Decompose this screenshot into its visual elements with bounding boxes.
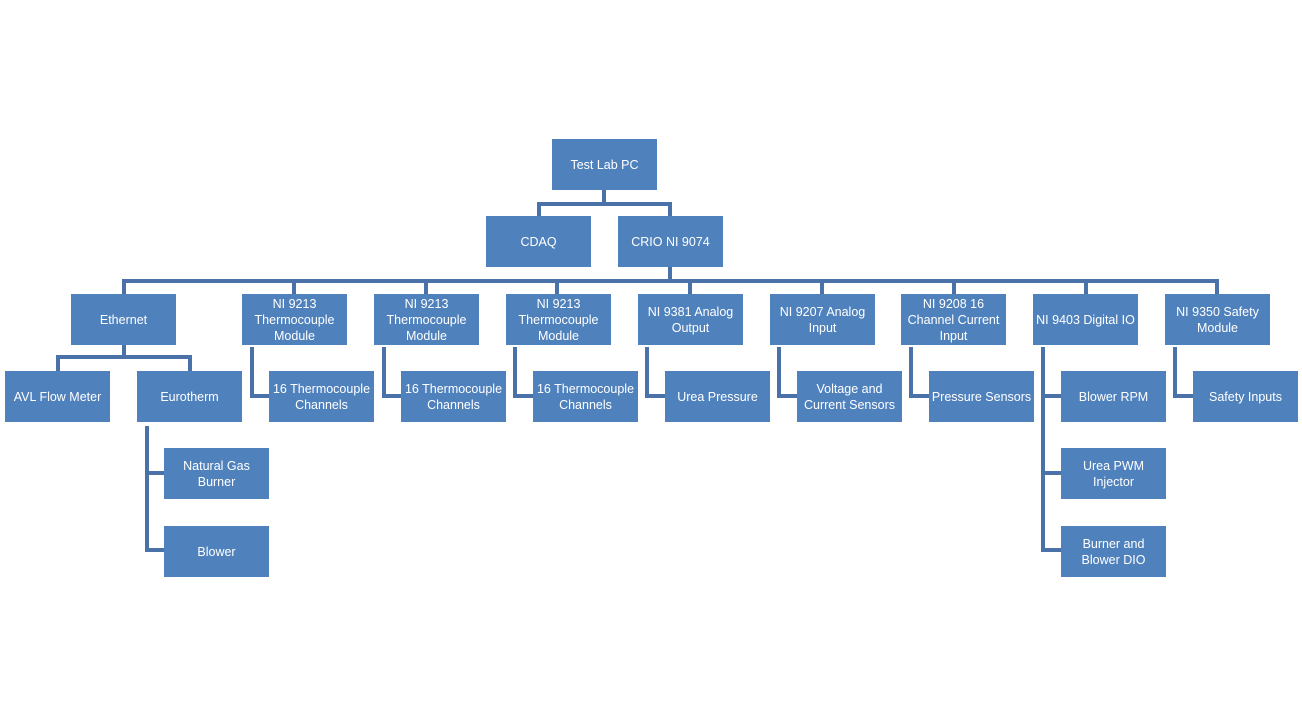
node-ni9403-digital-io[interactable]: NI 9403 Digital IO: [1033, 294, 1138, 345]
node-eurotherm[interactable]: Eurotherm: [137, 371, 242, 422]
node-ni9381-analog-output[interactable]: NI 9381 Analog Output: [638, 294, 743, 345]
connector-eurotherm-children: [145, 426, 164, 552]
node-test-lab-pc[interactable]: Test Lab PC: [552, 139, 657, 190]
connector-ni9403-children: [1041, 347, 1061, 552]
connector-root-to-level1: [537, 202, 672, 216]
node-thermocouple-channels-1[interactable]: 16 Thermocouple Channels: [269, 371, 374, 422]
connector-ni9213-1-child: [250, 347, 269, 398]
node-burner-blower-dio[interactable]: Burner and Blower DIO: [1061, 526, 1166, 577]
connector-ni9213-2-child: [382, 347, 401, 398]
node-ethernet[interactable]: Ethernet: [71, 294, 176, 345]
connector-ni9207-child: [777, 347, 797, 398]
node-voltage-current-sensors[interactable]: Voltage and Current Sensors: [797, 371, 902, 422]
node-safety-inputs[interactable]: Safety Inputs: [1193, 371, 1298, 422]
node-blower-rpm[interactable]: Blower RPM: [1061, 371, 1166, 422]
node-ni9213-thermocouple-module-1[interactable]: NI 9213 Thermocouple Module: [242, 294, 347, 345]
node-ni9207-analog-input[interactable]: NI 9207 Analog Input: [770, 294, 875, 345]
node-crio-ni-9074[interactable]: CRIO NI 9074: [618, 216, 723, 267]
connector-lines: [56, 190, 1219, 552]
node-ni9213-thermocouple-module-2[interactable]: NI 9213 Thermocouple Module: [374, 294, 479, 345]
node-ni9213-thermocouple-module-3[interactable]: NI 9213 Thermocouple Module: [506, 294, 611, 345]
node-pressure-sensors[interactable]: Pressure Sensors: [929, 371, 1034, 422]
connector-crio-bus: [122, 279, 1219, 294]
node-avl-flow-meter[interactable]: AVL Flow Meter: [5, 371, 110, 422]
node-urea-pwm-injector[interactable]: Urea PWM Injector: [1061, 448, 1166, 499]
node-thermocouple-channels-2[interactable]: 16 Thermocouple Channels: [401, 371, 506, 422]
node-blower[interactable]: Blower: [164, 526, 269, 577]
connector-ni9350-child: [1173, 347, 1193, 398]
node-ni9208-current-input[interactable]: NI 9208 16 Channel Current Input: [901, 294, 1006, 345]
node-urea-pressure[interactable]: Urea Pressure: [665, 371, 770, 422]
node-ni9350-safety-module[interactable]: NI 9350 Safety Module: [1165, 294, 1270, 345]
connector-ni9208-child: [909, 347, 929, 398]
node-thermocouple-channels-3[interactable]: 16 Thermocouple Channels: [533, 371, 638, 422]
connector-ethernet-children: [56, 355, 192, 371]
connector-ni9381-child: [645, 347, 665, 398]
connector-ni9213-3-child: [513, 347, 533, 398]
node-natural-gas-burner[interactable]: Natural Gas Burner: [164, 448, 269, 499]
node-cdaq[interactable]: CDAQ: [486, 216, 591, 267]
